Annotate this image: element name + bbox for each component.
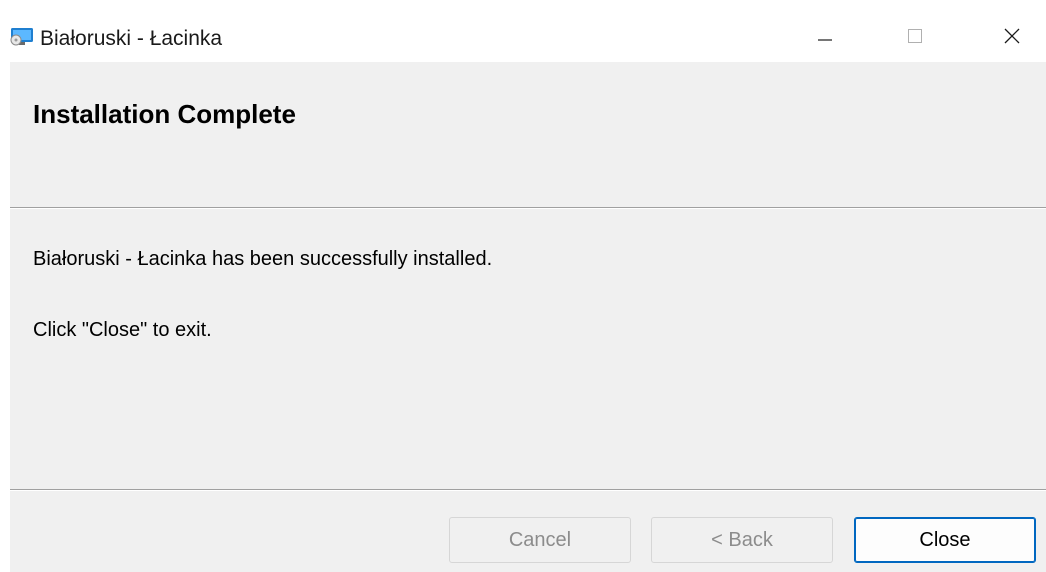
minimize-icon — [817, 28, 833, 49]
title-bar: Białoruski - Łacinka — [0, 0, 1046, 62]
close-icon — [1003, 27, 1021, 50]
cancel-button[interactable]: Cancel — [449, 517, 631, 563]
close-window-button[interactable] — [982, 16, 1042, 60]
installer-monitor-icon — [10, 26, 34, 48]
success-message: Białoruski - Łacinka has been successful… — [33, 248, 493, 270]
minimize-button[interactable] — [795, 16, 855, 60]
window-title: Białoruski - Łacinka — [40, 27, 223, 50]
footer-divider-highlight — [10, 490, 1046, 491]
header-area: Installation Complete — [10, 62, 1046, 207]
maximize-button[interactable] — [885, 16, 945, 60]
maximize-icon — [907, 28, 923, 49]
installer-panel: Installation Complete Białoruski - Łacin… — [10, 62, 1046, 572]
exit-hint: Click "Close" to exit. — [33, 319, 212, 341]
page-title: Installation Complete — [33, 99, 296, 129]
close-button[interactable]: Close — [854, 517, 1036, 563]
header-divider-highlight — [10, 208, 1046, 209]
back-button[interactable]: < Back — [651, 517, 833, 563]
